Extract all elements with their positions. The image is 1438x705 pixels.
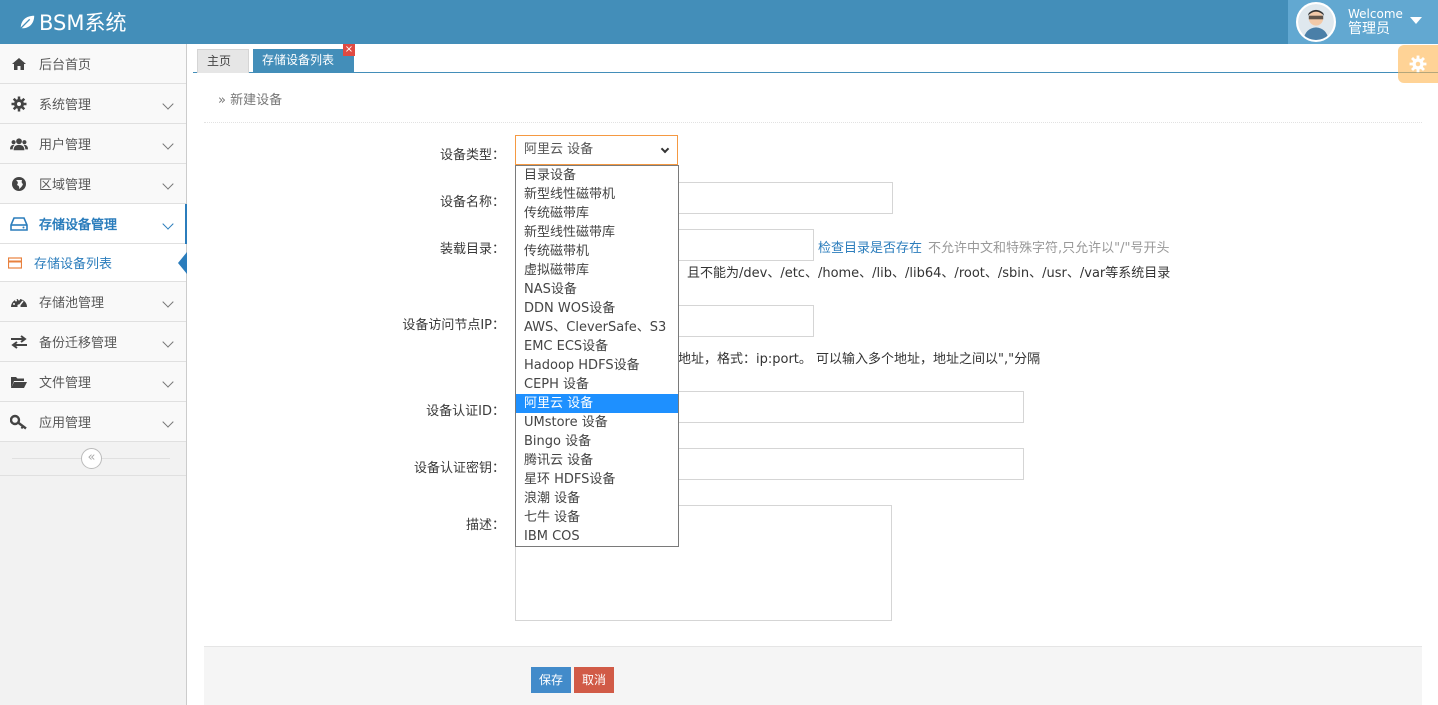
folder-open-icon (10, 373, 28, 391)
dropdown-option[interactable]: Bingo 设备 (516, 432, 678, 451)
device-type-value: 阿里云 设备 (524, 142, 594, 157)
node-ip-label: 设备访问节点IP： (402, 318, 505, 333)
dropdown-option-selected[interactable]: 阿里云 设备 (516, 394, 678, 413)
device-type-select[interactable]: 阿里云 设备 (515, 135, 678, 165)
sidebar-item-system[interactable]: 系统管理 (0, 84, 186, 124)
chevron-down-icon (660, 144, 670, 154)
home-icon (10, 55, 28, 73)
sidebar-item-storage-pool[interactable]: 存储池管理 (0, 282, 186, 322)
description-label: 描述： (465, 518, 505, 533)
dropdown-option[interactable]: 腾讯云 设备 (516, 451, 678, 470)
top-navbar: BSM系统 Welcome 管理员 (0, 0, 1438, 44)
dropdown-option[interactable]: 传统磁带库 (516, 204, 678, 223)
sidebar-item-label: 后台首页 (39, 58, 92, 73)
cancel-button[interactable]: 取消 (574, 667, 615, 693)
hdd-icon (10, 215, 28, 233)
globe-icon (10, 175, 28, 193)
key-icon (10, 413, 28, 431)
dropdown-option[interactable]: AWS、CleverSafe、S3 (516, 318, 678, 337)
device-type-label: 设备类型： (439, 148, 505, 163)
tab-bar: 主页 存储设备列表 × (193, 44, 1438, 73)
divider (204, 122, 1422, 123)
sidebar-item-label: 应用管理 (39, 416, 92, 431)
dropdown-option[interactable]: DDN WOS设备 (516, 299, 678, 318)
dashboard-icon (10, 293, 28, 311)
auth-id-label: 设备认证ID： (426, 404, 505, 419)
brand[interactable]: BSM系统 (18, 7, 127, 37)
sidebar-item-label: 文件管理 (39, 376, 92, 391)
sidebar-item-dashboard[interactable]: 后台首页 (0, 44, 186, 84)
users-icon (10, 135, 28, 153)
sidebar-item-label: 区域管理 (39, 178, 92, 193)
sidebar-item-files[interactable]: 文件管理 (0, 362, 186, 402)
dropdown-option[interactable]: 新型线性磁带机 (516, 185, 678, 204)
caret-down-icon[interactable] (1410, 17, 1422, 24)
chevron-down-icon (162, 138, 174, 150)
sidebar-item-label: 存储池管理 (39, 296, 105, 311)
chevron-down-icon (162, 376, 174, 388)
breadcrumb: » 新建设备 (218, 93, 283, 108)
auth-key-label: 设备认证密钥： (413, 461, 505, 476)
brand-title: BSM系统 (39, 11, 127, 35)
gear-icon (1409, 55, 1427, 73)
form-actions: 保存 取消 (204, 646, 1422, 705)
dropdown-option[interactable]: EMC ECS设备 (516, 337, 678, 356)
sidebar-item-label: 备份迁移管理 (39, 336, 118, 351)
chevron-down-icon (162, 98, 174, 110)
sidebar-item-users[interactable]: 用户管理 (0, 124, 186, 164)
mount-dir-hint: 不允许中文和特殊字符,只允许以"/"号开头 (928, 241, 1170, 256)
device-name-label: 设备名称： (439, 195, 505, 210)
welcome-text: Welcome (1348, 7, 1403, 21)
avatar (1296, 2, 1336, 42)
chevron-down-icon (162, 178, 174, 190)
credit-card-icon (7, 256, 23, 269)
exchange-icon (10, 333, 28, 351)
dropdown-option[interactable]: IBM COS (516, 527, 678, 546)
collapse-sidebar-icon[interactable]: « (81, 448, 102, 469)
save-button[interactable]: 保存 (531, 667, 572, 693)
tab-label: 存储设备列表 (262, 53, 335, 67)
dropdown-option[interactable]: Hadoop HDFS设备 (516, 356, 678, 375)
sidebar-item-label: 存储设备管理 (39, 218, 118, 233)
device-type-dropdown: 目录设备 新型线性磁带机 传统磁带库 新型线性磁带库 传统磁带机 虚拟磁带库 N… (515, 165, 679, 547)
dropdown-option[interactable]: 浪潮 设备 (516, 489, 678, 508)
chevron-down-icon (162, 416, 174, 428)
chevron-down-icon (162, 296, 174, 308)
dropdown-option[interactable]: 目录设备 (516, 166, 678, 185)
dropdown-option[interactable]: 虚拟磁带库 (516, 261, 678, 280)
tab-home[interactable]: 主页 (197, 49, 249, 73)
sidebar-item-storage-devices[interactable]: 存储设备管理 (0, 204, 187, 244)
sidebar-collapse-row: « (0, 442, 186, 476)
chevron-down-icon (162, 218, 174, 230)
settings-gear-button[interactable] (1398, 45, 1438, 83)
sidebar-item-backup-migration[interactable]: 备份迁移管理 (0, 322, 186, 362)
dropdown-option[interactable]: NAS设备 (516, 280, 678, 299)
mount-dir-hint-2: 且不能为/dev、/etc、/home、/lib、/lib64、/root、/s… (687, 266, 1171, 281)
user-name: 管理员 (1348, 21, 1390, 37)
sidebar-item-label: 用户管理 (39, 138, 92, 153)
sidebar-item-applications[interactable]: 应用管理 (0, 402, 186, 442)
dropdown-option[interactable]: CEPH 设备 (516, 375, 678, 394)
user-menu[interactable]: Welcome 管理员 (1288, 0, 1438, 44)
tab-storage-device-list[interactable]: 存储设备列表 × (253, 44, 355, 73)
dropdown-option[interactable]: 七牛 设备 (516, 508, 678, 527)
sidebar-item-region[interactable]: 区域管理 (0, 164, 186, 204)
gear-icon (10, 95, 28, 113)
dropdown-option[interactable]: 传统磁带机 (516, 242, 678, 261)
mount-dir-label: 装载目录： (439, 242, 505, 257)
dropdown-option[interactable]: UMstore 设备 (516, 413, 678, 432)
sidebar-item-label: 系统管理 (39, 98, 92, 113)
check-dir-link[interactable]: 检查目录是否存在 (818, 237, 922, 256)
sidebar-subitem-label: 存储设备列表 (34, 257, 113, 272)
dropdown-option[interactable]: 新型线性磁带库 (516, 223, 678, 242)
close-icon[interactable]: × (343, 44, 355, 56)
chevron-down-icon (162, 336, 174, 348)
node-ip-hint: 地址，格式：ip:port。 可以输入多个地址，地址之间以","分隔 (678, 352, 1041, 367)
dropdown-option[interactable]: 星环 HDFS设备 (516, 470, 678, 489)
sidebar-subitem-storage-device-list[interactable]: 存储设备列表 (0, 244, 187, 282)
leaf-icon (20, 15, 35, 29)
sidebar: 后台首页 系统管理 用户管理 区域管理 存储设备管理 存储设备列表 存储池管理 … (0, 44, 187, 705)
